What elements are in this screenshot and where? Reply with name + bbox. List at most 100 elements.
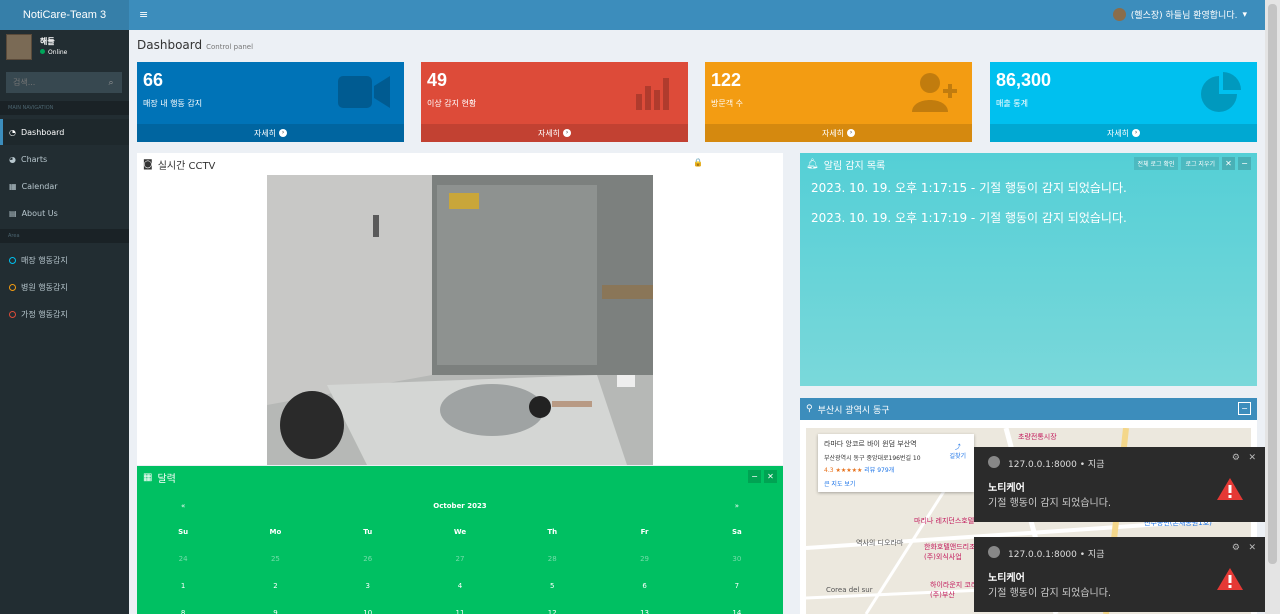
sidebar-item-charts[interactable]: ◕ Charts [0, 146, 129, 172]
calendar-week-row: 24 25 26 27 28 29 30 [137, 545, 783, 572]
warning-icon [1217, 568, 1243, 590]
larger-map-link[interactable]: 큰 지도 보기 [824, 479, 968, 488]
calendar-day[interactable]: 5 [506, 582, 598, 590]
calendar-day[interactable]: 2 [229, 582, 321, 590]
collapse-button[interactable]: − [1238, 157, 1251, 170]
sidebar: 해들 Online ⌕ MAIN NAVIGATION ◔ Dashboard ◕… [0, 30, 129, 614]
sidebar-item-store-detection[interactable]: 매장 행동감지 [0, 247, 129, 273]
online-dot-icon [40, 49, 45, 54]
sidebar-toggle-icon[interactable]: ≡ [139, 8, 148, 21]
calendar-week-row: 8 9 10 11 12 13 14 [137, 599, 783, 614]
more-info-link[interactable]: 자세히 › [421, 124, 688, 142]
arrow-circle-right-icon: › [563, 129, 572, 137]
weekday-label: Th [547, 527, 558, 536]
more-info-label: 자세히 [821, 128, 845, 138]
dashboard-icon: ◔ [9, 127, 16, 137]
sidebar-item-about-us[interactable]: ▤ About Us [0, 200, 129, 226]
sidebar-item-hospital-detection[interactable]: 병원 행동감지 [0, 274, 129, 300]
bell-slash-button[interactable]: ✕ [1222, 157, 1235, 170]
calendar-day[interactable]: 13 [598, 609, 690, 614]
search-icon: ⌕ [108, 77, 114, 88]
sidebar-item-home-detection[interactable]: 가정 행동감지 [0, 301, 129, 327]
more-info-link[interactable]: 자세히 › [990, 124, 1257, 142]
notification-source: 127.0.0.1:8000 • 지금 [1008, 550, 1105, 560]
calendar-day[interactable]: 8 [137, 609, 229, 614]
lock-icon: 🔒 [693, 158, 703, 167]
stat-box-visitors: 122 방문객 수 자세히 › [705, 62, 972, 142]
more-info-link[interactable]: 자세히 › [705, 124, 972, 142]
calendar-day[interactable]: 26 [322, 555, 414, 563]
stat-value: 86,300 [996, 70, 1052, 90]
calendar-day[interactable]: 25 [229, 555, 321, 563]
pie-chart-icon [1201, 72, 1241, 112]
desktop-notification[interactable]: 127.0.0.1:8000 • 지금 ⚙ ✕ 노티케어 기절 행동이 감지 되… [974, 537, 1268, 612]
more-info-label: 자세히 [1106, 128, 1130, 138]
user-avatar [1112, 8, 1126, 21]
weekday-label: Su [178, 527, 189, 536]
calendar-week-row: 1234567 [137, 572, 783, 599]
sidebar-item-label: Charts [20, 154, 48, 164]
calendar-day[interactable]: 29 [598, 555, 690, 563]
calendar-day[interactable]: 28 [506, 555, 598, 563]
close-icon[interactable]: ✕ [1248, 543, 1256, 553]
calendar-day[interactable]: 27 [414, 555, 506, 563]
calendar-day[interactable]: 6 [598, 582, 690, 590]
settings-icon[interactable]: ⚙ [1232, 453, 1240, 463]
next-month-button[interactable]: » [735, 502, 739, 510]
user-menu[interactable]: (헬스장) 하들님 환영합니다. ▾ [1112, 8, 1247, 21]
more-info-link[interactable]: 자세히 › [137, 124, 404, 142]
stat-label: 이상 감지 현황 [427, 99, 477, 108]
notification-origin: 127.0.0.1:8000 [1008, 550, 1077, 560]
calendar-day[interactable]: 7 [691, 582, 783, 590]
weekday-label: Fr [640, 527, 649, 536]
calendar-day[interactable]: 3 [322, 582, 414, 590]
search-input[interactable] [6, 72, 100, 93]
prev-month-button[interactable]: « [181, 502, 185, 510]
desktop-notification[interactable]: 127.0.0.1:8000 • 지금 ⚙ ✕ 노티케어 기절 행동이 감지 되… [974, 447, 1268, 522]
calendar-day[interactable]: 10 [322, 609, 414, 614]
stat-value: 49 [427, 70, 448, 90]
search-button[interactable]: ⌕ [100, 72, 122, 93]
cctv-video-feed[interactable] [267, 175, 653, 465]
user-panel: 해들 Online [0, 30, 129, 68]
calendar-day[interactable]: 24 [137, 555, 229, 563]
settings-icon[interactable]: ⚙ [1232, 543, 1240, 553]
stat-box-sales: 86,300 매출 통계 자세히 › [990, 62, 1257, 142]
map-title: 부산시 광역시 동구 [817, 405, 890, 416]
sidebar-item-label: Dashboard [20, 127, 65, 137]
calendar-day[interactable]: 4 [414, 582, 506, 590]
close-icon[interactable]: ✕ [1248, 453, 1256, 463]
app-logo[interactable]: NotiCare-Team 3 [0, 0, 129, 30]
book-icon: ▤ [9, 208, 17, 218]
directions-button[interactable]: ⤴ 길찾기 [949, 442, 966, 460]
calendar-month[interactable]: October 2023 [433, 502, 486, 510]
weekday-label: Sa [731, 527, 742, 536]
calendar-day[interactable]: 9 [229, 609, 321, 614]
area-section-header: Area [0, 229, 129, 243]
sidebar-item-calendar[interactable]: ▦ Calendar [0, 173, 129, 199]
map-label: 마리나 레지던스호텔 [914, 517, 975, 525]
collapse-button[interactable]: − [1238, 402, 1251, 415]
calendar-day[interactable]: 11 [414, 609, 506, 614]
calendar-day[interactable]: 1 [137, 582, 229, 590]
clear-logs-button[interactable]: 로그 지우기 [1181, 157, 1219, 170]
weekday-label: Mo [269, 527, 282, 536]
calendar-day[interactable]: 14 [691, 609, 783, 614]
calendar-day[interactable]: 30 [691, 555, 783, 563]
page-scrollbar[interactable] [1265, 0, 1280, 614]
scrollbar-thumb[interactable] [1268, 4, 1277, 564]
notification-source: 127.0.0.1:8000 • 지금 [1008, 460, 1105, 470]
close-button[interactable]: ✕ [764, 470, 777, 483]
user-status: Online [40, 49, 67, 56]
weekday-label: We [453, 527, 467, 536]
arrow-circle-right-icon: › [279, 129, 288, 137]
stat-label: 방문객 수 [711, 99, 743, 108]
calendar-day[interactable]: 12 [506, 609, 598, 614]
sidebar-item-dashboard[interactable]: ◔ Dashboard [0, 119, 129, 145]
map-label: 초량전통시장 [1018, 433, 1057, 441]
calendar-icon: ▦ [9, 181, 17, 191]
top-navbar: ≡ (헬스장) 하들님 환영합니다. ▾ [129, 0, 1265, 30]
place-reviews[interactable]: 리뷰 979개 [864, 467, 894, 474]
view-all-logs-button[interactable]: 전체 로그 확인 [1133, 157, 1179, 170]
collapse-button[interactable]: − [748, 470, 761, 483]
